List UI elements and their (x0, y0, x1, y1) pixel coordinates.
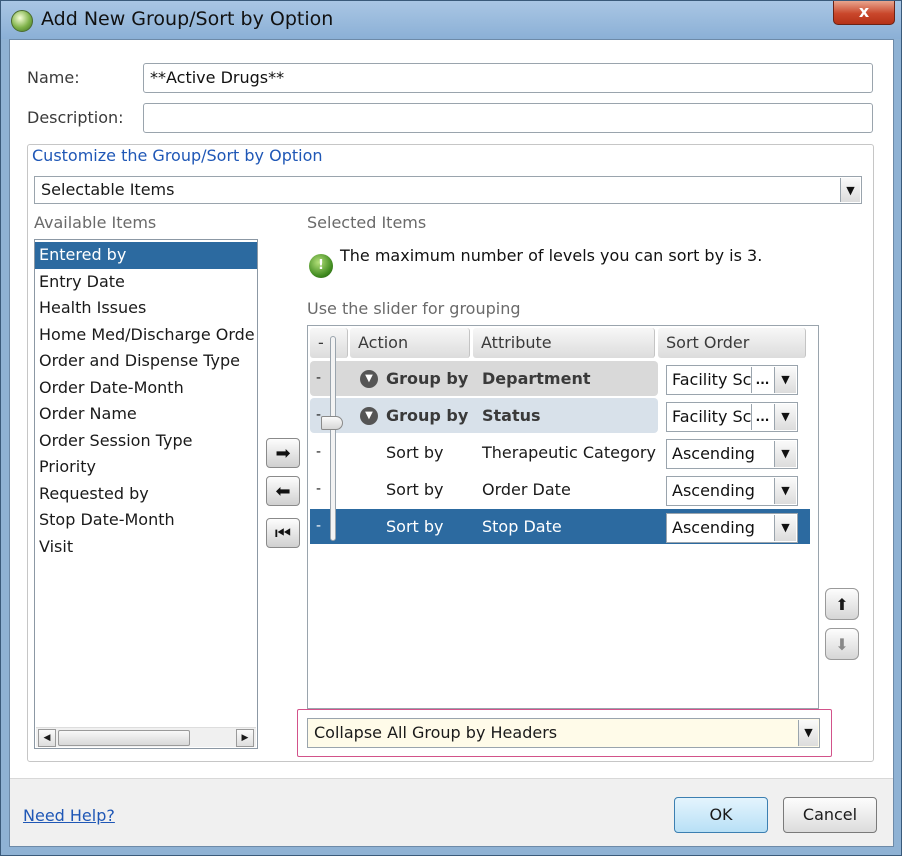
list-item[interactable]: Order Name (35, 401, 257, 428)
table-row[interactable]: - ▼ Group by Department (310, 361, 658, 396)
row-marker: - (316, 481, 322, 497)
move-right-button[interactable]: ➡ (266, 438, 300, 468)
sort-order-value: Ascending (672, 518, 755, 537)
ellipsis-button[interactable]: ... (751, 404, 773, 430)
list-item[interactable]: Order and Dispense Type (35, 348, 257, 375)
first-icon: ⏮ (274, 522, 292, 544)
row-marker: - (316, 518, 322, 534)
row-marker: - (316, 444, 322, 460)
mode-select-value: Selectable Items (41, 180, 175, 199)
name-field[interactable]: **Active Drugs** (143, 63, 873, 93)
close-button[interactable]: x (833, 1, 895, 25)
move-all-left-button[interactable]: ⏮ (266, 518, 300, 548)
row-attribute: Stop Date (482, 517, 562, 536)
available-items-title: Available Items (34, 213, 157, 232)
row-attribute: Order Date (482, 480, 571, 499)
max-levels-message: The maximum number of levels you can sor… (340, 246, 763, 265)
ok-button[interactable]: OK (674, 797, 768, 833)
row-action: Sort by (386, 443, 444, 462)
chevron-down-icon[interactable]: ▼ (798, 720, 818, 746)
name-label: Name: (27, 68, 80, 87)
selected-items-grid[interactable]: - Action Attribute Sort Order - ▼ Group … (307, 325, 819, 709)
row-attribute: Department (482, 369, 591, 388)
list-item[interactable]: Order Session Type (35, 428, 257, 455)
sort-order-select[interactable]: Ascending ▼ (666, 513, 798, 543)
row-attribute: Therapeutic Category (482, 443, 656, 462)
move-left-button[interactable]: ⬅ (266, 476, 300, 506)
chevron-down-icon[interactable]: ▼ (774, 404, 796, 430)
ellipsis-button[interactable]: ... (751, 367, 773, 393)
sort-order-select[interactable]: Ascending ▼ (666, 439, 798, 469)
arrow-up-icon: ⬆ (835, 594, 849, 614)
row-attribute: Status (482, 406, 541, 425)
close-icon: x (858, 2, 870, 21)
list-item[interactable]: Visit (35, 534, 257, 561)
chevron-down-icon[interactable]: ▼ (774, 367, 796, 393)
scroll-thumb[interactable] (58, 730, 190, 746)
need-help-link[interactable]: Need Help? (23, 806, 115, 825)
arrow-down-icon: ⬇ (835, 634, 849, 654)
row-action: Sort by (386, 517, 444, 536)
list-item[interactable]: Stop Date-Month (35, 507, 257, 534)
grouping-slider-thumb[interactable] (321, 416, 343, 430)
sort-order-value: Ascending (672, 481, 755, 500)
app-icon (11, 10, 33, 32)
dialog-body: Name: **Active Drugs** Description: Cust… (9, 39, 894, 847)
sort-order-value: Facility Sc (672, 407, 752, 426)
available-items-list[interactable]: Entered by Entry Date Health Issues Home… (34, 239, 258, 749)
list-item[interactable]: Order Date-Month (35, 375, 257, 402)
sort-order-value: Facility Sc (672, 370, 752, 389)
chevron-down-circle-icon[interactable]: ▼ (360, 370, 378, 388)
list-item[interactable]: Entry Date (35, 269, 257, 296)
scroll-right-icon[interactable]: ▶ (236, 729, 254, 747)
row-action: Sort by (386, 480, 444, 499)
title-bar: Add New Group/Sort by Option x (1, 1, 901, 39)
horizontal-scrollbar[interactable]: ◀ ▶ (36, 727, 256, 747)
column-action[interactable]: Action (350, 328, 470, 358)
list-item[interactable]: Entered by (35, 242, 257, 269)
cancel-button[interactable]: Cancel (783, 797, 877, 833)
description-field[interactable] (143, 103, 873, 133)
customize-title: Customize the Group/Sort by Option (32, 146, 323, 165)
info-icon: ! (309, 254, 333, 278)
sort-order-value: Ascending (672, 444, 755, 463)
column-marker: - (310, 328, 348, 358)
mode-select[interactable]: Selectable Items ▼ (34, 176, 862, 204)
dialog-window: Add New Group/Sort by Option x Name: **A… (0, 0, 902, 856)
chevron-down-circle-icon[interactable]: ▼ (360, 407, 378, 425)
grouping-slider-track[interactable] (330, 336, 336, 541)
collapse-select-value: Collapse All Group by Headers (314, 723, 558, 742)
sort-order-select[interactable]: Ascending ▼ (666, 476, 798, 506)
description-label: Description: (27, 108, 124, 127)
arrow-right-icon: ➡ (275, 442, 291, 464)
window-title: Add New Group/Sort by Option (41, 8, 334, 30)
list-item[interactable]: Priority (35, 454, 257, 481)
grid-header: - Action Attribute Sort Order (310, 328, 806, 358)
row-action: Group by (386, 369, 469, 388)
table-row[interactable]: - ▼ Group by Status (310, 398, 658, 433)
column-attribute[interactable]: Attribute (473, 328, 655, 358)
collapse-select[interactable]: Collapse All Group by Headers ▼ (307, 718, 820, 748)
chevron-down-icon: ▼ (840, 178, 860, 202)
sort-order-select[interactable]: Facility Sc ... ▼ (666, 365, 798, 395)
move-down-button[interactable]: ⬇ (825, 628, 859, 660)
sort-order-select[interactable]: Facility Sc ... ▼ (666, 402, 798, 432)
row-marker: - (316, 370, 322, 386)
collapse-select-focus: Collapse All Group by Headers ▼ (297, 709, 832, 757)
move-up-button[interactable]: ⬆ (825, 588, 859, 620)
arrow-left-icon: ⬅ (275, 480, 291, 502)
chevron-down-icon[interactable]: ▼ (774, 441, 796, 467)
column-sort-order[interactable]: Sort Order (658, 328, 806, 358)
chevron-down-icon[interactable]: ▼ (774, 515, 796, 541)
chevron-down-icon[interactable]: ▼ (774, 478, 796, 504)
list-item[interactable]: Health Issues (35, 295, 257, 322)
row-action: Group by (386, 406, 469, 425)
list-item[interactable]: Requested by (35, 481, 257, 508)
selected-items-title: Selected Items (307, 213, 427, 232)
scroll-left-icon[interactable]: ◀ (38, 729, 56, 747)
list-item[interactable]: Home Med/Discharge Orde (35, 322, 257, 349)
slider-hint: Use the slider for grouping (307, 299, 521, 318)
